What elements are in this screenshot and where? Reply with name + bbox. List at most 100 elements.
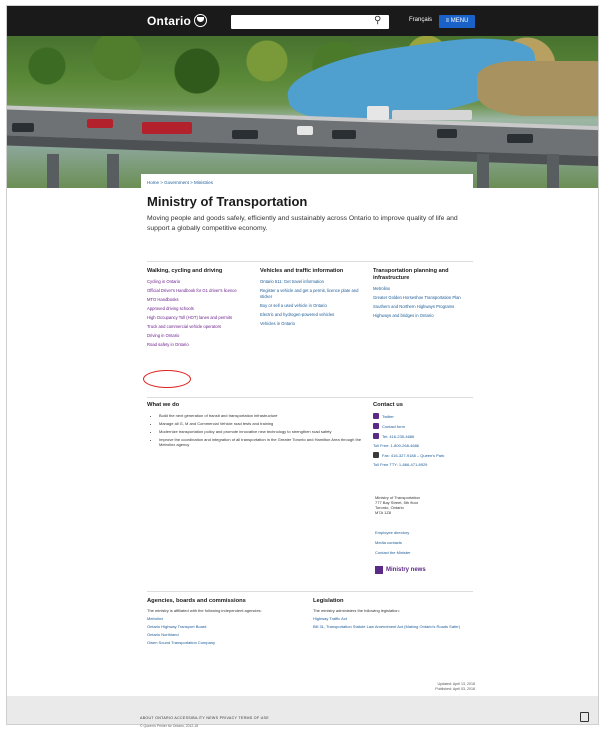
link-hot-lanes[interactable]: High Occupancy Toll (HOT) lanes and perm…	[147, 315, 251, 321]
trillium-icon	[194, 14, 208, 27]
vehicle	[332, 130, 356, 139]
page-title: Ministry of Transportation	[147, 194, 308, 209]
news-label[interactable]: Ministry news	[386, 567, 426, 573]
divider	[147, 397, 473, 398]
contact-list: Twitter Contact form Tel: 416-235-4686 T…	[373, 413, 473, 471]
what-we-do-heading: What we do	[147, 402, 180, 408]
ontario-logo[interactable]: Ontario	[147, 14, 208, 28]
bridge-pillar	[47, 154, 59, 188]
link-ggh-plan[interactable]: Greater Golden Horseshoe Transportation …	[373, 295, 477, 301]
legislation-intro: The ministry administers the following l…	[313, 608, 400, 613]
link-highways-bridges[interactable]: Highways and bridges in Ontario	[373, 313, 477, 319]
link-highway-traffic-act[interactable]: Highway Traffic Act	[313, 616, 473, 621]
footer-copyright: © Queen's Printer for Ontario, 2012-18	[140, 724, 199, 728]
email-icon	[373, 423, 379, 429]
column-vehicles-traffic: Vehicles and traffic information Ontario…	[260, 268, 364, 330]
menu-button[interactable]: ≡ MENU	[439, 15, 475, 28]
column-transportation-planning: Transportation planning and infrastructu…	[373, 268, 477, 322]
contact-fax[interactable]: Fax: 416-327-9188 – Queen's Park	[373, 452, 473, 458]
contact-label[interactable]: Contact form	[382, 424, 405, 429]
hero-image-bridge	[7, 36, 598, 188]
contact-links: Employee directory Media contacts Contac…	[375, 530, 475, 560]
link-bill-31[interactable]: Bill 31, Transportation Statute Law Amen…	[313, 624, 473, 629]
list-item: Manage all G, M and Commercial Vehicle r…	[159, 421, 367, 426]
agencies-intro: The ministry is affiliated with the foll…	[147, 608, 262, 613]
link-metrolinx[interactable]: Metrolinx	[373, 286, 477, 292]
mailing-address: Ministry of Transportation 777 Bay Stree…	[375, 495, 475, 515]
agencies-section: Agencies, boards and commissions The min…	[147, 598, 297, 648]
page-dates: Updated: April 13, 2018 Published: April…	[411, 682, 475, 691]
link-register-vehicle[interactable]: Register a vehicle and get a permit, lic…	[260, 288, 364, 300]
link-ontario-511[interactable]: Ontario 511: Get travel information	[260, 279, 364, 285]
contact-heading: Contact us	[373, 402, 403, 408]
link-highway-programs[interactable]: Southern and Northern Highways Programs	[373, 304, 477, 310]
search-input[interactable]	[231, 15, 389, 29]
link-truck-operators[interactable]: Truck and commercial vehicle operators	[147, 324, 251, 330]
footer	[7, 696, 598, 724]
link-agency-metrolinx[interactable]: Metrolinx	[147, 616, 297, 621]
link-agency-ohtb[interactable]: Ontario Highway Transport Board	[147, 624, 297, 629]
vehicle	[232, 130, 258, 139]
ministry-news-link[interactable]: Ministry news	[375, 566, 426, 574]
contact-label[interactable]: Toll Free: 1-800-268-4686	[373, 443, 419, 448]
contact-twitter[interactable]: Twitter	[373, 413, 473, 419]
published-date: Published: April 03, 2018	[435, 686, 475, 691]
contact-label[interactable]: Toll Free TTY: 1-866-471-8929	[373, 462, 427, 467]
print-icon[interactable]	[580, 712, 589, 722]
vehicle	[507, 134, 533, 143]
divider	[147, 591, 473, 592]
contact-form[interactable]: Contact form	[373, 423, 473, 429]
vehicle	[12, 123, 34, 132]
breadcrumb[interactable]: Home > Government > Ministries	[147, 180, 213, 185]
phone-icon	[373, 433, 379, 439]
contact-tty[interactable]: Toll Free TTY: 1-866-471-8929	[373, 462, 473, 467]
vehicle	[142, 122, 192, 134]
contact-label[interactable]: Fax: 416-327-9188 – Queen's Park	[382, 453, 444, 458]
legislation-section: Legislation The ministry administers the…	[313, 598, 473, 632]
page-subtitle: Moving people and goods safely, efficien…	[147, 215, 458, 232]
bridge-pillar	[477, 154, 489, 188]
list-item: Improve the coordination and integration…	[159, 437, 367, 448]
vehicle	[297, 126, 313, 135]
bridge-pillar	[547, 154, 559, 188]
news-icon	[375, 566, 383, 574]
link-driving-schools[interactable]: Approved driving schools	[147, 306, 251, 312]
link-agency-ontario-northland[interactable]: Ontario Northland	[147, 632, 297, 637]
link-contact-minister[interactable]: Contact the Minister	[375, 550, 475, 555]
link-agency-owen-sound[interactable]: Owen Sound Transportation Company	[147, 640, 297, 645]
contact-label[interactable]: Twitter	[382, 414, 394, 419]
link-vehicles-ontario[interactable]: Vehicles in Ontario	[260, 321, 364, 327]
list-item: Modernize transportation policy and prom…	[159, 429, 367, 434]
address-line: M7A 1Z8	[375, 510, 392, 515]
contact-label[interactable]: Tel: 416-235-4686	[382, 434, 414, 439]
link-buy-sell-used[interactable]: Buy or sell a used vehicle in Ontario	[260, 303, 364, 309]
contact-toll-free[interactable]: Toll Free: 1-800-268-4686	[373, 443, 473, 448]
link-electric-vehicles[interactable]: Electric and hydrogen-powered vehicles	[260, 312, 364, 318]
link-road-safety[interactable]: Road safety in Ontario	[147, 342, 251, 348]
link-drivers-handbook[interactable]: Official Driver's Handbook for G1 driver…	[147, 288, 251, 294]
link-driving-in-ontario[interactable]: Driving in Ontario	[147, 333, 251, 339]
browser-page: Ontario ⚲ Français ≡ MENU Home > Governm…	[6, 5, 599, 725]
hours-icon	[373, 452, 379, 458]
vehicle	[87, 119, 113, 128]
what-we-do-list: Build the next generation of transit and…	[151, 413, 367, 450]
contact-phone[interactable]: Tel: 416-235-4686	[373, 433, 473, 439]
search-icon[interactable]: ⚲	[374, 15, 381, 26]
highlight-oval	[143, 370, 191, 388]
twitter-icon	[373, 413, 379, 419]
logo-text[interactable]: Ontario	[147, 14, 191, 28]
hero-field	[477, 61, 598, 116]
link-cycling[interactable]: Cycling in Ontario	[147, 279, 251, 285]
footer-links[interactable]: ABOUT ONTARIO ACCESSIBILITY NEWS PRIVACY…	[140, 716, 269, 720]
language-toggle[interactable]: Français	[409, 17, 432, 23]
divider	[147, 261, 473, 262]
column-heading: Vehicles and traffic information	[260, 268, 344, 274]
link-mto-handbooks[interactable]: MTO Handbooks	[147, 297, 251, 303]
bridge-pillar	[107, 154, 119, 188]
link-media-contacts[interactable]: Media contacts	[375, 540, 475, 545]
agencies-heading: Agencies, boards and commissions	[147, 598, 246, 604]
column-heading: Transportation planning and infrastructu…	[373, 268, 449, 281]
vehicle	[367, 106, 389, 120]
column-heading: Walking, cycling and driving	[147, 268, 223, 274]
link-employee-directory[interactable]: Employee directory	[375, 530, 475, 535]
